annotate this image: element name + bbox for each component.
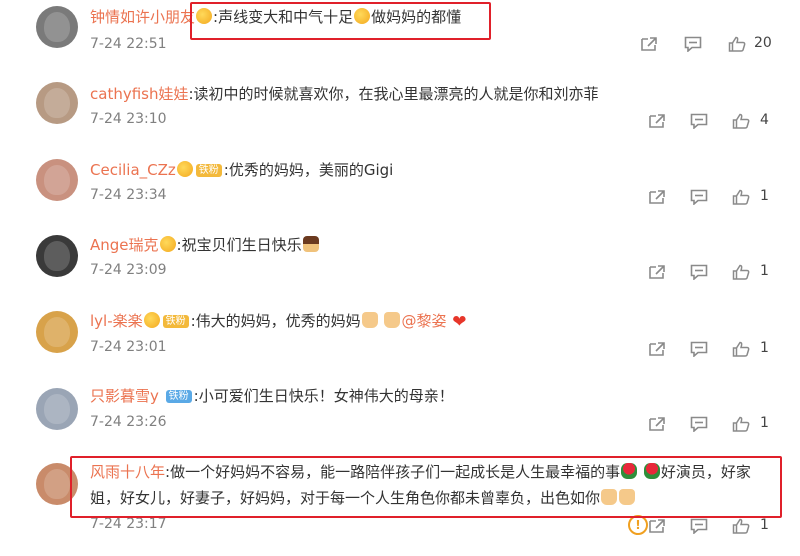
share-icon[interactable] <box>648 113 666 129</box>
avatar[interactable] <box>36 235 78 277</box>
like-thumb-icon[interactable] <box>732 341 750 357</box>
comment-line: 钟情如许小朋友 :声线变大和中气十足 做妈妈的都懂 <box>90 7 770 27</box>
like-count: 1 <box>760 263 769 279</box>
like-count: 20 <box>754 35 772 51</box>
comment-actions: 1 <box>640 339 780 363</box>
comment-time: 7-24 23:17 <box>90 516 167 532</box>
comment-icon[interactable] <box>690 518 708 534</box>
crown-emoji-icon <box>143 312 160 328</box>
rose-emoji-icon <box>643 463 660 479</box>
comment-time: 7-24 22:51 <box>90 36 167 52</box>
fan-badge: 铁粉 <box>195 164 222 177</box>
username-link[interactable]: Cecilia_CZz <box>90 161 176 179</box>
fan-badge: 铁粉 <box>162 315 189 328</box>
comment-list: 钟情如许小朋友 :声线变大和中气十足 做妈妈的都懂 7-24 22:51 20 ca… <box>0 0 800 556</box>
thumbs-up-emoji-icon <box>361 312 378 328</box>
share-icon[interactable] <box>648 518 666 534</box>
comment-actions: 1 <box>640 187 780 211</box>
comment-item: Cecilia_CZz 铁粉:优秀的妈妈，美丽的Gigi 7-24 23:34 1 <box>0 155 800 231</box>
thumbs-up-emoji-icon <box>384 312 401 328</box>
comment-time: 7-24 23:34 <box>90 187 167 203</box>
like-count: 1 <box>760 188 769 204</box>
like-thumb-icon[interactable] <box>732 416 750 432</box>
comment-line: Cecilia_CZz 铁粉:优秀的妈妈，美丽的Gigi <box>90 160 770 180</box>
username-link[interactable]: 钟情如许小朋友 <box>90 8 195 26</box>
username-link[interactable]: lyl-楽楽 <box>90 312 143 330</box>
comment-time: 7-24 23:09 <box>90 262 167 278</box>
like-count: 1 <box>760 517 769 533</box>
comment-time: 7-24 23:01 <box>90 339 167 355</box>
comment-actions: 1 <box>640 516 780 540</box>
like-count: 4 <box>760 112 769 128</box>
avatar[interactable] <box>36 6 78 48</box>
username-link[interactable]: cathyfish娃娃 <box>90 85 188 103</box>
thumbs-up-emoji-icon <box>601 489 618 505</box>
like-thumb-icon[interactable] <box>728 36 746 52</box>
like-count: 1 <box>760 415 769 431</box>
share-icon[interactable] <box>640 36 658 52</box>
like-count: 1 <box>760 340 769 356</box>
comment-item: 钟情如许小朋友 :声线变大和中气十足 做妈妈的都懂 7-24 22:51 20 <box>0 0 800 76</box>
comment-icon[interactable] <box>690 341 708 357</box>
avatar[interactable] <box>36 311 78 353</box>
like-thumb-icon[interactable] <box>732 189 750 205</box>
comment-text: :做一个好妈妈不容易，能一路陪伴孩子们一起成长是人生最幸福的事 <box>165 463 621 481</box>
cake-emoji-icon <box>302 236 319 252</box>
comment-line: Ange瑞克 :祝宝贝们生日快乐 <box>90 235 770 255</box>
heart-emoji-icon: ❤ <box>452 312 467 332</box>
comment-line: cathyfish娃娃:读初中的时候就喜欢你，在我心里最漂亮的人就是你和刘亦菲 <box>90 84 770 104</box>
share-icon[interactable] <box>648 416 666 432</box>
comment-time: 7-24 23:10 <box>90 111 167 127</box>
comment-text: :优秀的妈妈，美丽的Gigi <box>223 161 394 179</box>
comment-actions: 4 <box>640 111 780 135</box>
comment-icon[interactable] <box>690 416 708 432</box>
username-link[interactable]: Ange瑞克 <box>90 236 159 254</box>
comment-line: 只影暮雪y 铁粉:小可爱们生日快乐！女神伟大的母亲！ <box>90 386 770 406</box>
comment-actions: 20 <box>640 34 780 58</box>
comment-actions: 1 <box>640 262 780 286</box>
like-thumb-icon[interactable] <box>732 113 750 129</box>
avatar[interactable] <box>36 463 78 505</box>
avatar[interactable] <box>36 159 78 201</box>
thumbs-up-emoji-icon <box>619 489 636 505</box>
comment-text: :小可爱们生日快乐！女神伟大的母亲！ <box>193 387 454 405</box>
comment-text: :祝宝贝们生日快乐 <box>176 236 302 254</box>
fan-badge: 铁粉 <box>165 390 192 403</box>
comment-line: 风雨十八年:做一个好妈妈不容易，能一路陪伴孩子们一起成长是人生最幸福的事 好演员… <box>90 462 770 482</box>
comment-icon[interactable] <box>690 113 708 129</box>
comment-line: lyl-楽楽 铁粉:伟大的妈妈，优秀的妈妈 @黎姿 ❤ <box>90 311 770 332</box>
comment-text: :伟大的妈妈，优秀的妈妈 <box>190 312 361 330</box>
comment-item: lyl-楽楽 铁粉:伟大的妈妈，优秀的妈妈 @黎姿 ❤ 7-24 23:01 1 <box>0 309 800 385</box>
username-link[interactable]: 只影暮雪y <box>90 387 159 405</box>
comment-item: cathyfish娃娃:读初中的时候就喜欢你，在我心里最漂亮的人就是你和刘亦菲 … <box>0 78 800 154</box>
share-icon[interactable] <box>648 189 666 205</box>
crown-emoji-icon <box>159 236 176 252</box>
rose-emoji-icon <box>621 463 638 479</box>
mention-link[interactable]: @黎姿 <box>401 312 446 330</box>
comment-icon[interactable] <box>690 189 708 205</box>
avatar[interactable] <box>36 388 78 430</box>
comment-icon[interactable] <box>684 36 702 52</box>
comment-time: 7-24 23:26 <box>90 414 167 430</box>
comment-text: :读初中的时候就喜欢你，在我心里最漂亮的人就是你和刘亦菲 <box>188 85 599 103</box>
comment-icon[interactable] <box>690 264 708 280</box>
comment-line: 姐，好女儿，好妻子，好妈妈，对于每一个人生角色你都未曾辜负，出色如你 <box>90 488 770 508</box>
share-icon[interactable] <box>648 341 666 357</box>
share-icon[interactable] <box>648 264 666 280</box>
avatar[interactable] <box>36 82 78 124</box>
comment-item: 只影暮雪y 铁粉:小可爱们生日快乐！女神伟大的母亲！ 7-24 23:26 1 <box>0 384 800 460</box>
comment-item: 风雨十八年:做一个好妈妈不容易，能一路陪伴孩子们一起成长是人生最幸福的事 好演员… <box>0 455 800 556</box>
comment-text: :声线变大和中气十足 <box>213 8 354 26</box>
crown-emoji-icon <box>176 161 193 177</box>
comment-item: Ange瑞克 :祝宝贝们生日快乐 7-24 23:09 1 <box>0 231 800 307</box>
comment-text-continued: 好演员，好家 <box>660 463 751 481</box>
crown-emoji-icon <box>196 8 213 24</box>
laugh-cry-emoji-icon <box>354 8 371 24</box>
comment-text-wrapped: 姐，好女儿，好妻子，好妈妈，对于每一个人生角色你都未曾辜负，出色如你 <box>90 489 601 507</box>
comment-actions: 1 <box>640 414 780 438</box>
comment-text-continued: 做妈妈的都懂 <box>371 8 462 26</box>
username-link[interactable]: 风雨十八年 <box>90 463 165 481</box>
like-thumb-icon[interactable] <box>732 518 750 534</box>
like-thumb-icon[interactable] <box>732 264 750 280</box>
